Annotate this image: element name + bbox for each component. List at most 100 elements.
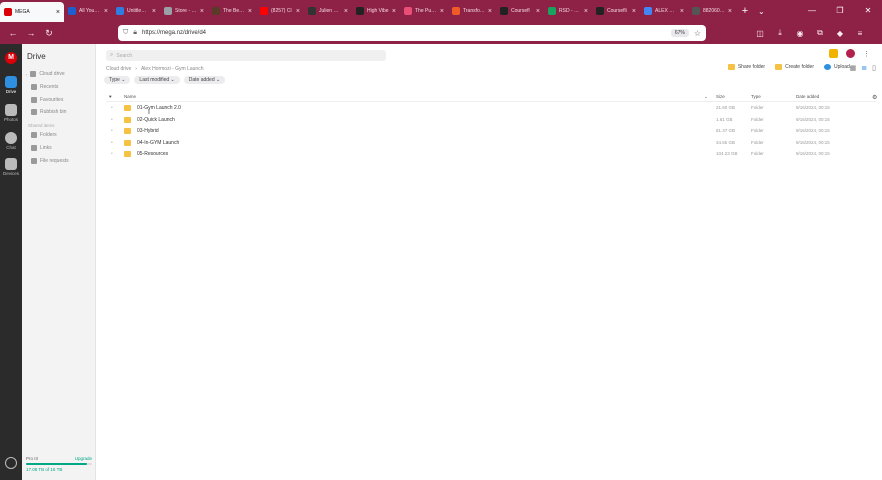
back-icon[interactable]: ←	[4, 28, 22, 38]
tab-close-icon[interactable]: ×	[104, 8, 108, 15]
new-tab-button[interactable]: +	[736, 5, 754, 17]
filter-type[interactable]: Type ⌄	[104, 76, 131, 84]
browser-tab[interactable]: Coursefli ×	[592, 0, 640, 22]
tab-close-icon[interactable]: ×	[248, 8, 252, 15]
address-bar[interactable]: ⛉ 🔒︎ https://mega.nz/drive/d4 67% ☆	[118, 25, 706, 41]
browser-tab[interactable]: Julien Blanc×	[304, 0, 352, 22]
browser-tab[interactable]: Coursefl ×	[496, 0, 544, 22]
favourite-column-icon[interactable]: ♥	[109, 94, 112, 99]
tab-list-icon[interactable]: ⌄	[758, 7, 765, 16]
tab-close-icon[interactable]: ×	[56, 9, 60, 16]
pocket-icon[interactable]: ◫	[752, 29, 768, 38]
rail-item-chat[interactable]: Chat	[0, 132, 22, 150]
list-view-icon[interactable]: ≣	[861, 64, 867, 72]
thumbnail-view-icon[interactable]: ▦	[850, 64, 857, 72]
zoom-level[interactable]: 67%	[670, 29, 689, 37]
sidebar-item-rubbish-bin[interactable]: Rubbish bin	[31, 107, 66, 117]
settings-icon[interactable]	[5, 457, 17, 469]
column-settings-icon[interactable]: ⚙	[872, 94, 877, 101]
share-folder-button[interactable]: Share folder	[727, 64, 765, 70]
browser-tab[interactable]: Transform ×	[448, 0, 496, 22]
filter-last-modified[interactable]: Last modified ⌄	[134, 76, 180, 84]
browser-tab[interactable]: The Purpos×	[400, 0, 448, 22]
row-favourite-icon[interactable]: •	[111, 117, 113, 123]
url-text[interactable]: https://mega.nz/drive/d4	[142, 30, 666, 36]
column-date-added[interactable]: Date added	[796, 94, 819, 99]
tab-close-icon[interactable]: ×	[632, 8, 636, 15]
column-type[interactable]: Type	[751, 94, 761, 99]
column-name[interactable]: Name	[124, 94, 136, 99]
tab-close-icon[interactable]: ×	[392, 8, 396, 15]
bookmark-star-icon[interactable]: ☆	[694, 29, 701, 38]
tab-close-icon[interactable]: ×	[488, 8, 492, 15]
browser-tab[interactable]: MEGA ×	[0, 2, 64, 22]
storage-indicator[interactable]: Pro III Upgrade 17.08 TB of 16 TB	[26, 456, 92, 472]
browser-tab[interactable]: High Vibe ×	[352, 0, 400, 22]
filter-date-added[interactable]: Date added ⌄	[183, 76, 226, 84]
breadcrumb-cloud-drive[interactable]: Cloud drive	[106, 66, 131, 72]
sidebar-item-favourites[interactable]: Favourites	[31, 95, 63, 105]
more-icon[interactable]: ⋮	[863, 50, 870, 58]
sort-chevron-icon[interactable]: ⌄	[704, 94, 708, 100]
create-folder-button[interactable]: Create folder	[775, 64, 814, 70]
tab-close-icon[interactable]: ×	[584, 8, 588, 15]
shield-icon[interactable]: ⛉	[123, 29, 128, 37]
table-row[interactable]: • 01-Gym Launch 2.0 21.60 GB Folder 9/16/202…	[106, 102, 876, 114]
extensions-icon[interactable]: ⧉	[812, 28, 828, 38]
sidebar-item-file-requests[interactable]: File requests	[31, 156, 69, 166]
row-name[interactable]: 01-Gym Launch 2.0	[137, 105, 181, 111]
browser-tab[interactable]: RSD - PTG×	[544, 0, 592, 22]
forward-icon[interactable]: →	[22, 28, 40, 38]
browser-tab[interactable]: Store - Thr ×	[160, 0, 208, 22]
tab-close-icon[interactable]: ×	[680, 8, 684, 15]
table-row[interactable]: • 05-Resources 104.23 GB Folder 9/16/2024, 0…	[106, 148, 876, 160]
table-row[interactable]: • 04-In-GYM Launch 34.65 GB Folder 9/16/2024…	[106, 137, 876, 149]
tab-close-icon[interactable]: ×	[200, 8, 204, 15]
sidebar-item-recents[interactable]: Recents	[31, 82, 58, 92]
tab-close-icon[interactable]: ×	[728, 8, 732, 15]
browser-tab[interactable]: Untitled de ×	[112, 0, 160, 22]
row-favourite-icon[interactable]: •	[111, 140, 113, 146]
info-panel-icon[interactable]: ▯	[872, 64, 876, 72]
column-size[interactable]: Size	[716, 94, 725, 99]
notification-bell-icon[interactable]	[829, 49, 838, 58]
row-name[interactable]: 03-Hybrid	[137, 128, 159, 134]
row-name[interactable]: 05-Resources	[137, 151, 168, 157]
chevron-right-icon[interactable]: ›	[26, 72, 27, 77]
browser-tab[interactable]: 8820604_5de51×	[688, 0, 736, 22]
lock-icon[interactable]: 🔒︎	[133, 29, 137, 37]
tab-close-icon[interactable]: ×	[296, 8, 300, 15]
tab-close-icon[interactable]: ×	[440, 8, 444, 15]
download-icon[interactable]: ⤓	[772, 28, 788, 38]
reload-icon[interactable]: ↻	[40, 28, 58, 39]
browser-tab[interactable]: (8257) Cl ×	[256, 0, 304, 22]
tab-close-icon[interactable]: ×	[536, 8, 540, 15]
upgrade-link[interactable]: Upgrade	[75, 456, 92, 461]
tab-close-icon[interactable]: ×	[344, 8, 348, 15]
row-favourite-icon[interactable]: •	[111, 128, 113, 134]
row-favourite-icon[interactable]: •	[111, 105, 113, 111]
sidebar-item-links[interactable]: Links	[31, 143, 52, 153]
row-name[interactable]: 04-In-GYM Launch	[137, 140, 179, 146]
table-row[interactable]: • 03-Hybrid 61.37 GB Folder 9/16/2024, 00:15	[106, 125, 876, 137]
table-row[interactable]: • 02-Quick Launch 1.61 GB Folder 9/16/2024, …	[106, 114, 876, 126]
rail-item-photos[interactable]: Photos	[0, 104, 22, 122]
search-input[interactable]: ⌕ Search	[106, 50, 386, 61]
minimize-icon[interactable]: —	[798, 0, 826, 22]
close-window-icon[interactable]: ✕	[854, 0, 882, 22]
browser-tab[interactable]: The Bedroo×	[208, 0, 256, 22]
rail-item-drive[interactable]: Drive	[0, 76, 22, 94]
menu-icon[interactable]: ≡	[852, 29, 868, 38]
row-favourite-icon[interactable]: •	[111, 151, 113, 157]
account-icon[interactable]: ◉	[792, 29, 808, 38]
mega-logo-icon[interactable]: M	[5, 52, 17, 64]
avatar[interactable]	[846, 49, 855, 58]
browser-tab[interactable]: ALEX HOR×	[640, 0, 688, 22]
sidebar-item-folders[interactable]: Folders	[31, 130, 57, 140]
tab-close-icon[interactable]: ×	[152, 8, 156, 15]
extension-badge-icon[interactable]: ◆	[832, 29, 848, 38]
rail-item-devices[interactable]: Devices	[0, 158, 22, 176]
row-name[interactable]: 02-Quick Launch	[137, 117, 175, 123]
maximize-icon[interactable]: ❐	[826, 0, 854, 22]
browser-tab[interactable]: All Your Dr ×	[64, 0, 112, 22]
